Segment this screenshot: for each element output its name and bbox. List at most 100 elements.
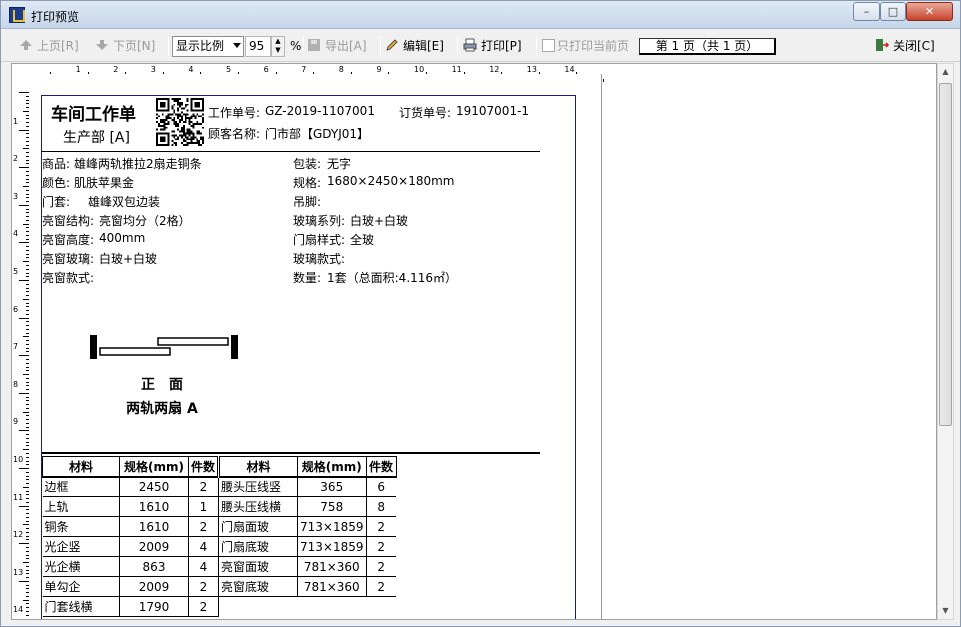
ruler-tick <box>23 562 29 563</box>
field-label: 包装: <box>293 157 322 171</box>
next-page-button[interactable]: 下页[N] <box>95 35 155 57</box>
field-label: 颜色: <box>42 176 71 190</box>
ruler-tick <box>26 547 29 548</box>
ruler-tick <box>26 565 29 567</box>
ruler-tick <box>26 520 29 522</box>
table-cell: 2 <box>366 516 396 537</box>
export-button[interactable]: 导出[A] <box>307 35 367 57</box>
ruler-number: 12 <box>489 65 500 74</box>
ruler-tick <box>26 426 29 428</box>
field-label: 亮窗结构: <box>42 214 95 228</box>
only-current-page-checkbox[interactable]: 只打印当前页 <box>542 35 629 57</box>
ruler-number: 10 <box>414 65 425 74</box>
ruler-number: 5 <box>226 65 232 74</box>
table-cell <box>298 597 367 617</box>
table-row: 铜条 1610 2 门扇面玻 713×1859 2 <box>42 516 396 537</box>
ruler-number: 6 <box>263 65 269 74</box>
ruler-tick <box>26 528 29 530</box>
ruler-tick <box>26 513 29 515</box>
ruler-tick <box>26 453 29 454</box>
ruler-number: 13 <box>526 65 537 74</box>
ruler-tick <box>19 280 29 281</box>
ruler-number: 9 <box>376 65 382 74</box>
ruler-tick <box>26 569 29 571</box>
table-divider <box>42 452 540 454</box>
ruler-number: 12 <box>13 530 24 540</box>
ruler-number: 11 <box>13 492 24 502</box>
field-label: 数量: <box>293 271 322 285</box>
ruler-tick <box>26 471 29 473</box>
table-cell: 863 <box>119 556 189 577</box>
edit-label: 编辑[E] <box>403 39 444 53</box>
disk-icon <box>308 39 320 51</box>
maximize-button[interactable]: □ <box>880 2 906 21</box>
preview-viewport[interactable]: 1 2 3 4 5 6 7 8 9 10 11 12 13 14 1 2 3 4 5 6 7 8 9 10 11 12 13 14 … <box>11 63 937 620</box>
table-cell: 亮窗面玻 <box>218 556 298 577</box>
table-cell: 光企横 <box>42 556 120 577</box>
title-bar[interactable]: 打印预览 – □ ✕ <box>1 1 960 29</box>
zoom-value-input[interactable]: 95 <box>245 36 271 57</box>
ruler-tick <box>26 253 29 255</box>
ruler-tick <box>26 550 29 552</box>
ruler-tick <box>26 140 29 142</box>
po-no-value: 19107001-1 <box>456 104 530 118</box>
ruler-tick <box>23 599 29 601</box>
zoom-spinner[interactable]: ▲ ▼ <box>271 36 285 57</box>
scroll-down-arrow-icon[interactable]: ▼ <box>938 603 953 619</box>
ruler-number: 1 <box>75 65 81 74</box>
only-current-page-label: 只打印当前页 <box>557 39 630 53</box>
table-header-cell: 材料 <box>42 456 120 478</box>
ruler-tick <box>19 317 29 319</box>
ruler-number: 2 <box>113 65 119 74</box>
ruler-tick <box>26 351 29 353</box>
app-icon <box>9 7 25 23</box>
scroll-up-arrow-icon[interactable]: ▲ <box>938 64 953 80</box>
ruler-tick <box>26 122 29 124</box>
material-table: 材料 规格(mm) 件数 材料 规格(mm) 件数 边框 2450 2 腰头压线竖 365 6 上轨 1… <box>42 456 397 617</box>
table-header-cell: 件数 <box>188 456 219 478</box>
sash-front <box>99 347 171 356</box>
report-page: 车间工作单 生产部 [A] 工作单号: GZ-2019-1107001 订货单号… <box>41 95 576 619</box>
qr-code-icon <box>156 98 204 146</box>
prev-page-button[interactable]: 上页[R] <box>19 35 79 57</box>
ruler-tick <box>23 110 29 112</box>
ruler-tick <box>26 103 29 105</box>
door-diagram <box>90 335 238 359</box>
ruler-tick <box>26 441 29 443</box>
table-cell: 713×1859 <box>297 516 367 537</box>
table-header-cell: 件数 <box>365 456 397 478</box>
ruler-tick <box>26 610 29 612</box>
scroll-thumb[interactable] <box>939 83 952 426</box>
table-cell: 门扇底玻 <box>218 536 298 557</box>
ruler-tick <box>26 257 29 259</box>
table-cell: 758 <box>297 496 367 517</box>
table-cell: 1610 <box>119 516 189 537</box>
minimize-button[interactable]: – <box>853 2 880 21</box>
table-cell: 781×360 <box>297 576 367 597</box>
close-window-button[interactable]: ✕ <box>906 2 953 21</box>
toolbar-separator <box>303 36 304 56</box>
print-button[interactable]: 打印[P] <box>463 35 522 57</box>
zoom-mode-select[interactable]: 显示比例 <box>172 36 244 57</box>
field-label: 亮窗玻璃: <box>42 252 95 266</box>
ruler-tick <box>26 182 29 184</box>
field-label: 亮窗高度: <box>42 233 95 247</box>
ruler-tick <box>23 524 29 526</box>
ruler-tick <box>26 434 29 436</box>
ruler-tick <box>26 178 29 180</box>
table-row: 单勾企 2009 2 亮窗底玻 781×360 2 <box>42 576 396 597</box>
vertical-scrollbar[interactable]: ▲ ▼ <box>937 63 954 620</box>
page-indicator: 第 1 页（共 1 页） <box>639 38 776 55</box>
ruler-tick <box>26 302 29 304</box>
ruler-tick <box>26 445 29 447</box>
ruler-tick <box>19 543 29 545</box>
ruler-tick <box>26 208 29 210</box>
close-preview-button[interactable]: 关闭[C] <box>875 35 935 57</box>
table-row: 光企横 863 4 亮窗面玻 781×360 2 <box>42 556 396 577</box>
edit-button[interactable]: 编辑[E] <box>385 35 444 57</box>
department-label: 生产部 [A] <box>63 130 130 146</box>
header-divider <box>42 151 540 152</box>
ruler-tick <box>23 223 29 225</box>
ruler-number: 2 <box>13 154 19 164</box>
ruler-tick <box>19 355 29 357</box>
